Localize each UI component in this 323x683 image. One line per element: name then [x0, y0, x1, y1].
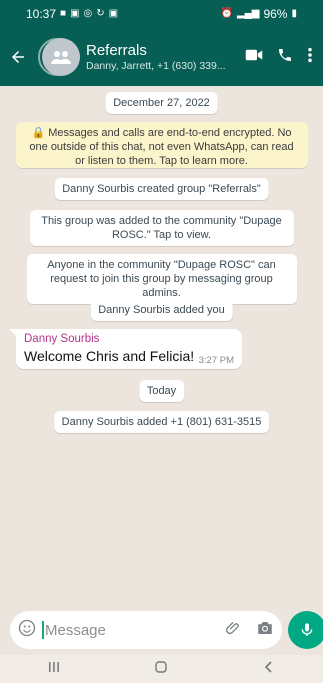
text-caret	[42, 621, 44, 639]
system-nav-bar	[0, 655, 323, 683]
microphone-icon	[301, 623, 313, 636]
back-button[interactable]	[0, 28, 36, 86]
emoji-button[interactable]	[18, 619, 36, 642]
home-button[interactable]	[154, 660, 168, 679]
camera-icon	[258, 621, 272, 634]
chat-title-area[interactable]: Referrals Danny, Jarrett, +1 (630) 339..…	[86, 42, 245, 72]
chat-title: Referrals	[86, 42, 147, 59]
message-input[interactable]: Message	[42, 621, 226, 639]
message-placeholder: Message	[45, 621, 106, 639]
facebook-icon: ■	[60, 8, 67, 19]
status-bar: 10:37 ■ ▣ ◎ ↻ ▣ ⏰ ▂▄▆ 96% ▮	[0, 0, 323, 28]
message-composer[interactable]: Message	[10, 611, 282, 649]
today-chip: Today	[138, 380, 185, 402]
paperclip-icon	[226, 621, 239, 634]
home-icon	[155, 660, 168, 673]
chat-area[interactable]: December 27, 2022 🔒 Messages and calls a…	[0, 86, 323, 606]
message-time: 3:27 PM	[198, 355, 234, 366]
system-message-added-you: Danny Sourbis added you	[90, 299, 233, 321]
phone-icon	[279, 48, 291, 61]
recent-apps-button[interactable]	[47, 660, 61, 679]
battery-level: 96%	[263, 7, 288, 21]
group-avatar[interactable]	[38, 36, 80, 78]
gallery-icon: ▣	[108, 8, 119, 19]
menu-button[interactable]	[307, 47, 313, 68]
system-message-added-number: Danny Sourbis added +1 (801) 631-3515	[53, 411, 270, 433]
camera-button[interactable]	[256, 620, 274, 641]
sync-icon: ↻	[96, 8, 105, 19]
system-message-created: Danny Sourbis created group "Referrals"	[54, 178, 269, 200]
video-call-icon	[245, 49, 263, 60]
back-nav-button[interactable]	[262, 660, 276, 679]
date-chip: December 27, 2022	[105, 92, 218, 114]
battery-icon: ▮	[291, 8, 297, 19]
signal-icon: ▂▄▆	[236, 8, 260, 19]
system-message-community-request: Anyone in the community "Dupage ROSC" ca…	[26, 254, 297, 304]
recent-apps-icon	[48, 661, 59, 672]
group-icon	[51, 51, 71, 64]
voice-call-button[interactable]	[277, 47, 293, 68]
status-time: 10:37	[26, 7, 57, 21]
chat-participants: Danny, Jarrett, +1 (630) 339...	[86, 60, 226, 72]
voice-message-button[interactable]	[288, 611, 323, 649]
encryption-notice[interactable]: 🔒 Messages and calls are end-to-end encr…	[15, 122, 308, 168]
more-vertical-icon	[308, 47, 312, 62]
attach-button[interactable]	[226, 620, 242, 641]
group-avatar-image	[42, 38, 80, 76]
system-message-community-added[interactable]: This group was added to the community "D…	[29, 210, 294, 246]
notification-icon: ◎	[83, 8, 93, 19]
alarm-icon: ⏰	[220, 8, 233, 19]
image-icon: ▣	[70, 8, 80, 19]
message-bubble[interactable]: Danny Sourbis Welcome Chris and Felicia!…	[16, 329, 242, 369]
video-call-button[interactable]	[245, 48, 263, 67]
arrow-left-icon	[12, 51, 24, 63]
chat-header[interactable]: Referrals Danny, Jarrett, +1 (630) 339..…	[0, 28, 323, 86]
message-sender: Danny Sourbis	[24, 333, 100, 345]
emoji-icon	[18, 619, 36, 636]
chevron-left-icon	[265, 660, 272, 673]
